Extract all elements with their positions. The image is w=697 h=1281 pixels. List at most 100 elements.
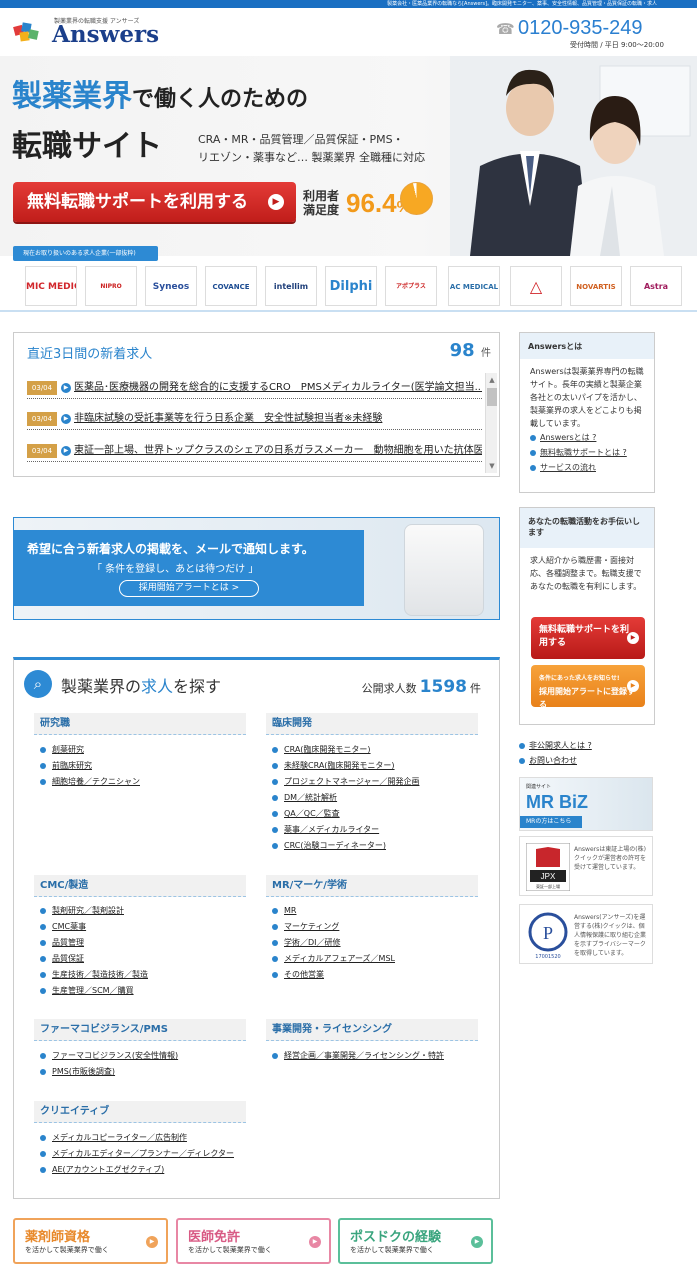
job-date: 03/04 [27,381,57,395]
category-link[interactable]: PMS(市販後調査) [40,1064,178,1080]
new-jobs-number: 98 [449,340,475,361]
job-search-title: 製薬業界の求人を探す [61,673,221,697]
category-link[interactable]: プロジェクトマネージャー／開発企画 [272,774,419,790]
contact-link[interactable]: お問い合わせ [519,755,577,766]
play-icon: ▶ [61,446,71,456]
job-date: 03/04 [27,444,57,458]
support-title: あなたの転職活動をお手伝いします [520,508,654,548]
category-link[interactable]: 未経験CRA(臨床開発モニター) [272,758,419,774]
arrow-right-icon: ▶ [268,194,284,210]
category-links: CRA(臨床開発モニター) 未経験CRA(臨床開発モニター) プロジェクトマネー… [272,742,419,854]
job-row[interactable]: 03/04 ▶ 医薬品･医療機器の開発を総合的に支援するCRO PMSメディカルライ… [27,377,482,399]
category-link[interactable]: DM／統計解析 [272,790,419,806]
site-header: 製薬業界の転職支援 アンサーズ Answers ☎ 0120-935-249 受付… [0,8,697,56]
privacy-mark-icon: P 17001520 [528,912,568,959]
job-link[interactable]: 東証一部上場、世界トップクラスのシェアの日系ガラスメーカー 動物細胞を用いた抗体… [74,445,482,456]
new-jobs-panel: 直近3日間の新着求人 98 件 03/04 ▶ 医薬品･医療機器の開発を総合的に支援… [13,332,500,477]
category-link[interactable]: メディカルエディター／プランナー／ディレクター [40,1146,234,1162]
logo-mark-icon[interactable] [12,20,42,44]
client-logo[interactable]: Syneos [145,266,197,306]
card-title: ポスドクの経験 [350,1230,442,1245]
scroll-up-icon[interactable]: ▲ [487,375,497,385]
pharmacist-card[interactable]: 薬剤師資格 を活かして製薬業界で働く ▶ [13,1218,168,1264]
client-logo[interactable]: △ [510,266,562,306]
free-support-button[interactable]: 無料転職サポートを利用する ▶ [531,617,645,659]
category-link[interactable]: 経営企画／事業開発／ライセンシング・特許 [272,1048,444,1064]
category-link[interactable]: ファーマコビジランス(安全性情報) [40,1048,178,1064]
support-sidebar-box: あなたの転職活動をお手伝いします 求人紹介から職歴書・面接対応、各種調整まで。転… [519,507,655,725]
client-logo[interactable]: MIC MEDICAL [25,266,77,306]
hidden-jobs-link[interactable]: 非公開求人とは ? [519,740,592,751]
mrbiz-banner[interactable]: 関連サイト MR BiZ MRの方はこちら [519,777,653,831]
category-link[interactable]: その他営業 [272,967,395,983]
jpx-logo-icon: JPX 東証一部上場 [526,843,570,891]
hero-subtitle-1: CRA・MR・品質管理／品質保証・PMS・ [198,133,404,146]
client-logo[interactable]: AC MEDICAL [448,266,500,306]
client-logo[interactable]: Astra [630,266,682,306]
client-logo[interactable]: intellim [265,266,317,306]
about-link[interactable]: 無料転職サポートとは ? [530,445,644,460]
mail-alert-button[interactable]: 採用開始アラートとは > [119,580,259,597]
hero-title-highlight: 製薬業界 [12,79,132,114]
free-support-cta-button[interactable]: 無料転職サポートを利用する ▶ [13,182,296,222]
category-link[interactable]: CMC薬事 [40,919,148,935]
svg-text:P: P [543,923,553,943]
doctor-card[interactable]: 医師免許 を活かして製薬業界で働く ▶ [176,1218,331,1264]
category-link[interactable]: 学術／DI／研修 [272,935,395,951]
client-logo[interactable]: アポプラス [385,266,437,306]
category-link[interactable]: CRC(治験コーディネーター) [272,838,419,854]
job-link[interactable]: 非臨床試験の受託事業等を行う日系企業 安全性試験担当者※未経験 [74,413,382,424]
category-heading: 臨床開発 [266,713,478,735]
job-alert-button[interactable]: 条件にあった求人をお知らせ! 採用開始アラートに登録する ▶ [531,665,645,709]
job-row[interactable]: 03/04 ▶ 東証一部上場、世界トップクラスのシェアの日系ガラスメーカー 動物細胞… [27,440,482,462]
category-link[interactable]: 製剤研究／製剤設計 [40,903,148,919]
support-body: 求人紹介から職歴書・面接対応、各種調整まで。転職支援であなたの転職を有利にします… [530,556,642,591]
card-title: 薬剤師資格 [25,1230,91,1245]
client-logo[interactable]: COVANCE [205,266,257,306]
privacy-mark-badge: P 17001520 Answers(アンサーズ)を運営する(株)クイックは、個… [519,904,653,964]
client-logo[interactable]: NIPRO [85,266,137,306]
category-link[interactable]: メディカルコピーライター／広告制作 [40,1130,234,1146]
hero-subtitle-2: リエゾン・薬事など… 製薬業界 全職種に対応 [198,151,425,164]
category-links: 経営企画／事業開発／ライセンシング・特許 [272,1048,444,1064]
hero-title-line2: 転職サイト [12,129,162,164]
privacy-number: 17001520 [535,954,560,959]
category-link[interactable]: 生産管理／SCM／購買 [40,983,148,999]
category-link[interactable]: MR [272,903,395,919]
job-link[interactable]: 医薬品･医療機器の開発を総合的に支援するCRO PMSメディカルライター(医学論… [74,382,482,393]
category-heading: MR/マーケ/学術 [266,875,478,897]
about-link[interactable]: サービスの流れ [530,460,644,475]
category-link[interactable]: 細胞培養／テクニシャン [40,774,140,790]
category-link[interactable]: 品質管理 [40,935,148,951]
category-link[interactable]: 創薬研究 [40,742,140,758]
phone-number[interactable]: ☎ 0120-935-249 [496,17,643,39]
category-heading: 事業開発・ライセンシング [266,1019,478,1041]
category-link[interactable]: 薬事／メディカルライター [272,822,419,838]
mail-alert-banner[interactable]: 希望に合う新着求人の掲載を、メールで通知します。 「 条件を登録し、あとは待つだ… [13,517,500,620]
category-link[interactable]: CRA(臨床開発モニター) [272,742,419,758]
mrbiz-logo: MR BiZ [526,792,588,812]
cta-label: 無料転職サポートを利用する [27,192,248,212]
smartphone-illustration [404,524,484,616]
client-logo[interactable]: NOVARTIS [570,266,622,306]
scroll-down-icon[interactable]: ▼ [487,461,497,471]
category-link[interactable]: マーケティング [272,919,395,935]
category-link[interactable]: メディカルアフェアーズ／MSL [272,951,395,967]
hero-people-photo [450,56,697,256]
category-link[interactable]: QA／QC／監査 [272,806,419,822]
job-row[interactable]: 03/04 ▶ 非臨床試験の受託事業等を行う日系企業 安全性試験担当者※未経験 [27,408,482,430]
jobs-scrollbar[interactable]: ▲ ▼ [485,373,497,473]
about-link[interactable]: Answersとは ? [530,430,644,445]
logo[interactable]: Answers [52,22,159,48]
category-link[interactable]: 生産技術／製造技術／製造 [40,967,148,983]
search-icon: ⌕ [24,670,52,698]
arrow-right-icon: ▶ [309,1236,321,1248]
phone-text: 0120-935-249 [518,17,643,39]
category-link[interactable]: 前臨床研究 [40,758,140,774]
postdoc-card[interactable]: ポスドクの経験 を活かして製薬業界で働く ▶ [338,1218,493,1264]
mail-alert-subtitle: 「 条件を登録し、あとは待つだけ 」 [92,564,259,575]
client-logo[interactable]: Dilphi [325,266,377,306]
category-link[interactable]: 品質保証 [40,951,148,967]
category-link[interactable]: AE(アカウントエグゼクティブ) [40,1162,234,1178]
scrollbar-thumb[interactable] [487,388,497,406]
